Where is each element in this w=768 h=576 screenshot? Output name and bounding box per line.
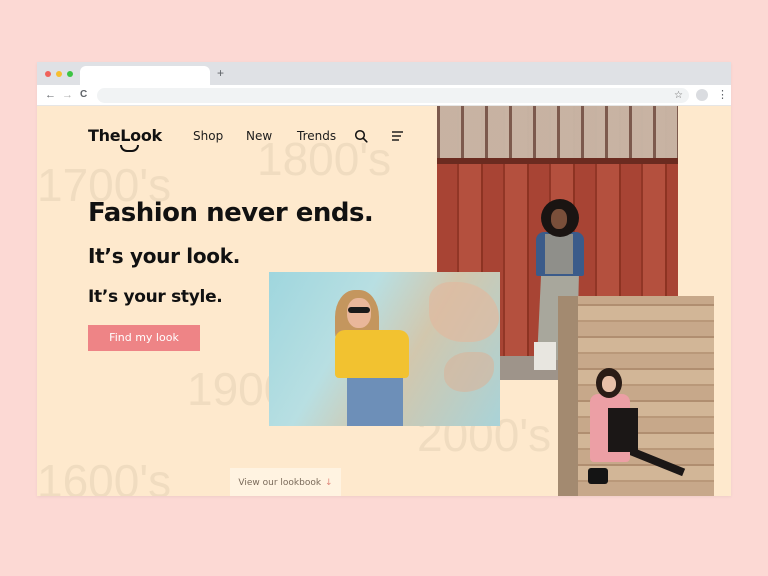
landing-page: 1700's 1800's 1900's 2000's 1600's TheLo… (37, 106, 731, 496)
lookbook-label: View our lookbook (238, 478, 322, 488)
photo-woman-yellow-shirt (269, 272, 500, 426)
forward-icon[interactable]: → (62, 88, 73, 102)
find-my-look-button[interactable]: Find my look (88, 325, 200, 351)
arrow-down-icon: ↓ (325, 478, 333, 488)
logo-smile-icon (120, 145, 139, 152)
minimize-window-button[interactable] (56, 71, 62, 77)
hero-line-style: It’s your style. (88, 287, 223, 307)
search-icon[interactable] (354, 129, 368, 143)
browser-tab[interactable] (80, 66, 210, 86)
address-bar[interactable]: ☆ (97, 88, 689, 103)
photo-woman-pink-coat (558, 296, 714, 496)
nav-shop[interactable]: Shop (193, 129, 223, 143)
hero-headline: Fashion never ends. (88, 198, 374, 228)
new-tab-button[interactable]: + (217, 67, 224, 79)
hero-line-look: It’s your look. (88, 244, 241, 268)
view-lookbook-button[interactable]: View our lookbook ↓ (230, 468, 341, 496)
browser-menu-icon[interactable]: ⋮ (717, 88, 728, 102)
nav-trends[interactable]: Trends (297, 129, 336, 143)
profile-avatar[interactable] (696, 89, 708, 101)
browser-toolbar: ← → C ☆ ⋮ (37, 85, 731, 106)
back-icon[interactable]: ← (45, 88, 56, 102)
bookmark-star-icon[interactable]: ☆ (674, 88, 683, 103)
close-window-button[interactable] (45, 71, 51, 77)
hamburger-menu-icon[interactable] (391, 130, 404, 142)
reload-icon[interactable]: C (80, 88, 87, 102)
tab-bar: + (37, 62, 731, 86)
site-logo[interactable]: TheLook (88, 126, 162, 146)
nav-new[interactable]: New (246, 129, 272, 143)
browser-window: + ← → C ☆ ⋮ 1700's 1800's 1900's 2000's … (37, 62, 731, 496)
bg-year-1600s: 1600's (37, 455, 172, 496)
maximize-window-button[interactable] (67, 71, 73, 77)
